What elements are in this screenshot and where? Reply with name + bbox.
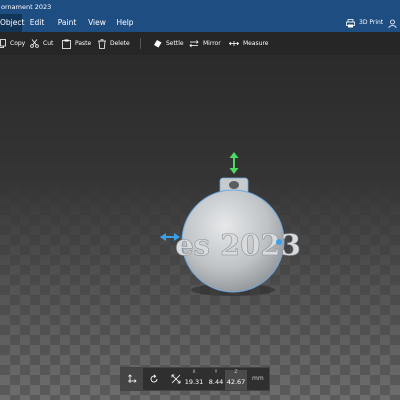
- print-3d-label: 3D Print: [359, 19, 384, 26]
- measure-button[interactable]: Measure: [229, 32, 269, 55]
- paste-icon: [62, 39, 71, 49]
- z-coordinate[interactable]: Z 42.67: [225, 370, 247, 390]
- x-coordinate[interactable]: X 19.31: [183, 370, 205, 390]
- copy-icon: [0, 39, 6, 48]
- menu-object[interactable]: Object: [0, 14, 24, 32]
- user-icon: [388, 19, 397, 28]
- 3d-viewport[interactable]: es 2023: [0, 55, 400, 400]
- delete-label: Delete: [110, 40, 130, 47]
- mirror-icon: [189, 39, 199, 48]
- print-3d-button[interactable]: 3D Print: [346, 14, 383, 32]
- move-icon: [127, 374, 137, 384]
- menu-view[interactable]: View: [86, 14, 108, 32]
- settle-label: Settle: [166, 40, 184, 47]
- cut-label: Cut: [43, 40, 54, 47]
- title-bar: ornament 2023: [0, 0, 400, 14]
- scale-icon: [171, 374, 181, 384]
- rotate-tool-button[interactable]: [143, 368, 165, 390]
- menu-edit[interactable]: Edit: [26, 14, 48, 32]
- menu-paint[interactable]: Paint: [55, 14, 79, 32]
- y-value[interactable]: 8.44: [205, 376, 227, 388]
- paste-button[interactable]: Paste: [62, 32, 91, 55]
- rotate-handle[interactable]: [276, 239, 282, 245]
- measure-label: Measure: [243, 40, 269, 47]
- z-value[interactable]: 42.67: [225, 376, 247, 388]
- delete-button[interactable]: Delete: [98, 32, 130, 55]
- cut-button[interactable]: Cut: [30, 32, 53, 55]
- toolbar: Copy Cut Paste Delete Settle Mirror Meas…: [0, 32, 400, 55]
- unit-label: mm: [252, 375, 264, 382]
- window-title: ornament 2023: [1, 3, 52, 11]
- copy-button[interactable]: Copy: [0, 32, 25, 55]
- y-coordinate[interactable]: Y 8.44: [205, 370, 227, 390]
- trash-icon: [98, 38, 106, 49]
- menu-bar: Object Edit Paint View Help 3D Print: [0, 14, 400, 32]
- paste-label: Paste: [75, 40, 92, 47]
- measure-icon: [229, 39, 239, 48]
- ornament-engraved-text: es 2023: [175, 228, 301, 262]
- transform-bar: X 19.31 Y 8.44 Z 42.67 mm: [120, 367, 270, 391]
- mirror-button[interactable]: Mirror: [189, 32, 221, 55]
- printer-icon: [346, 18, 355, 28]
- settle-button[interactable]: Settle: [153, 32, 184, 55]
- x-value[interactable]: 19.31: [183, 376, 205, 388]
- settle-icon: [153, 39, 162, 48]
- scissors-icon: [30, 39, 39, 48]
- menu-help[interactable]: Help: [114, 14, 136, 32]
- mirror-label: Mirror: [203, 40, 221, 47]
- copy-label: Copy: [10, 40, 26, 47]
- account-button[interactable]: [388, 14, 397, 32]
- ornament-hanger-hole: [229, 181, 239, 189]
- rotate-icon: [149, 374, 159, 384]
- toolbar-separator: [140, 38, 141, 49]
- move-tool-button[interactable]: [121, 368, 143, 390]
